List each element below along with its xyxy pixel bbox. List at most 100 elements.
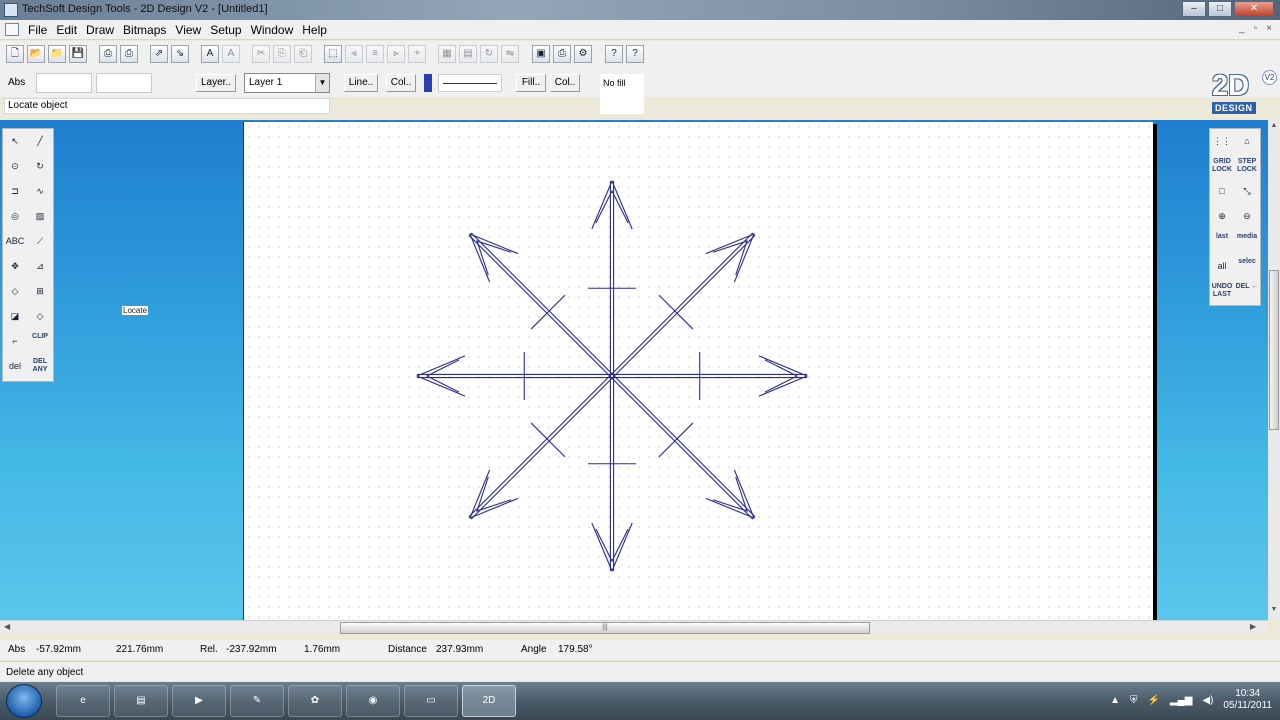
fill-button[interactable]: Fill.. bbox=[516, 74, 546, 92]
star-arrowhead[interactable] bbox=[758, 355, 809, 397]
star-crossbar[interactable] bbox=[658, 294, 694, 330]
delete-any-tool[interactable]: DEL ANY bbox=[28, 355, 52, 379]
zoom-all-tool[interactable]: all bbox=[1210, 255, 1234, 279]
hatch-tool[interactable]: ▨ bbox=[28, 205, 52, 229]
rectangle-tool[interactable]: ⊐ bbox=[3, 180, 27, 204]
dimension-tool[interactable]: ⟋ bbox=[28, 230, 52, 254]
network-icon[interactable]: ✿ bbox=[288, 685, 342, 717]
line-tool[interactable]: ╱ bbox=[28, 130, 52, 154]
curve-tool[interactable]: ∿ bbox=[28, 180, 52, 204]
zoom-media-tool[interactable]: media bbox=[1235, 230, 1259, 254]
star-shaft[interactable] bbox=[612, 374, 756, 518]
settings-icon[interactable]: ⚙ bbox=[574, 45, 592, 63]
grid-lock-tool[interactable]: GRID LOCK bbox=[1210, 155, 1234, 179]
clip-tool[interactable]: ⌐ bbox=[3, 330, 27, 354]
move-tool[interactable]: ✥ bbox=[3, 255, 27, 279]
arc-tool[interactable]: ↻ bbox=[28, 155, 52, 179]
line-button[interactable]: Line.. bbox=[344, 74, 378, 92]
text-icon[interactable]: A bbox=[201, 45, 219, 63]
scroll-right-icon[interactable]: ▶ bbox=[1250, 622, 1256, 631]
cut-icon[interactable]: ✂ bbox=[252, 45, 270, 63]
menu-file[interactable]: File bbox=[27, 23, 55, 37]
new-icon[interactable]: 🗋 bbox=[6, 45, 24, 63]
rotate-icon[interactable]: ↻ bbox=[480, 45, 498, 63]
menu-help[interactable]: Help bbox=[301, 23, 335, 37]
open-folder-icon[interactable]: 📁 bbox=[48, 45, 66, 63]
copy-icon[interactable]: ⎘ bbox=[273, 45, 291, 63]
doc-close-button[interactable]: × bbox=[1266, 23, 1272, 34]
star-shaft[interactable] bbox=[470, 232, 614, 376]
window-zoom-tool[interactable]: □ bbox=[1210, 180, 1234, 204]
clip-image-tool[interactable]: CLIP bbox=[28, 330, 52, 354]
line-style-preview[interactable] bbox=[438, 74, 502, 92]
abs-y-field[interactable] bbox=[96, 73, 152, 93]
text-style-icon[interactable]: A bbox=[222, 45, 240, 63]
star-shaft[interactable] bbox=[468, 374, 612, 518]
menu-bitmaps[interactable]: Bitmaps bbox=[122, 23, 174, 37]
maximize-button[interactable]: □ bbox=[1208, 1, 1232, 17]
group-icon[interactable]: ▦ bbox=[438, 45, 456, 63]
star-crossbar[interactable] bbox=[658, 422, 694, 458]
shield-icon[interactable]: ⛨ bbox=[1130, 695, 1138, 706]
menu-window[interactable]: Window bbox=[250, 23, 302, 37]
zoom-last-tool[interactable]: last bbox=[1210, 230, 1234, 254]
close-button[interactable]: ✕ bbox=[1234, 1, 1274, 17]
ungroup-icon[interactable]: ▤ bbox=[459, 45, 477, 63]
zoom-selection-tool[interactable]: selec bbox=[1235, 255, 1259, 279]
distribute-icon[interactable]: + bbox=[408, 45, 426, 63]
array-tool[interactable]: ⊞ bbox=[28, 280, 52, 304]
undo-last-tool[interactable]: UNDO LAST bbox=[1210, 280, 1234, 304]
printer-icon[interactable]: ⎙ bbox=[553, 45, 571, 63]
circle-tool[interactable]: ⊙ bbox=[3, 155, 27, 179]
minimize-button[interactable]: – bbox=[1182, 1, 1206, 17]
align-center-icon[interactable]: ≡ bbox=[366, 45, 384, 63]
scroll-up-icon[interactable]: ▲ bbox=[1268, 122, 1280, 129]
star-shaft[interactable] bbox=[468, 234, 612, 378]
menu-draw[interactable]: Draw bbox=[85, 23, 122, 37]
chaos-star-drawing[interactable] bbox=[415, 179, 809, 573]
tray-arrow-icon[interactable]: ▲ bbox=[1110, 695, 1120, 706]
zoom-out-tool[interactable]: ⊖ bbox=[1235, 205, 1259, 229]
layer-select[interactable]: Layer 1 ▼ bbox=[244, 73, 330, 93]
star-shaft[interactable] bbox=[610, 232, 754, 376]
fill-color-button[interactable]: Col.. bbox=[550, 74, 580, 92]
mirror-icon[interactable]: ⇋ bbox=[501, 45, 519, 63]
horizontal-scrollbar[interactable]: ◀ ||| ▶ bbox=[0, 620, 1268, 634]
star-shaft[interactable] bbox=[610, 376, 754, 520]
star-arrowhead-inner[interactable] bbox=[476, 240, 512, 276]
symbol-tool[interactable]: ◇ bbox=[3, 280, 27, 304]
text-tool[interactable]: ABC bbox=[3, 230, 27, 254]
line-color-button[interactable]: Col.. bbox=[386, 74, 416, 92]
star-shaft[interactable] bbox=[612, 234, 756, 378]
select-icon[interactable]: ⬚ bbox=[324, 45, 342, 63]
paint-icon[interactable]: ✎ bbox=[230, 685, 284, 717]
media-player-icon[interactable]: ▶ bbox=[172, 685, 226, 717]
chrome-icon[interactable]: ◉ bbox=[346, 685, 400, 717]
export-icon[interactable]: ⇗ bbox=[150, 45, 168, 63]
open-icon[interactable]: 📂 bbox=[27, 45, 45, 63]
zoom-in-tool[interactable]: ⊕ bbox=[1210, 205, 1234, 229]
star-shaft[interactable] bbox=[470, 376, 614, 520]
delete-last-tool[interactable]: del bbox=[3, 355, 27, 379]
doc-restore-button[interactable]: ▫ bbox=[1254, 23, 1258, 34]
star-arrowhead-inner[interactable] bbox=[476, 476, 512, 512]
star-crossbar[interactable] bbox=[530, 422, 566, 458]
star-arrowhead-inner[interactable] bbox=[712, 476, 748, 512]
start-button[interactable] bbox=[6, 684, 42, 718]
import-icon[interactable]: ⇘ bbox=[171, 45, 189, 63]
erase-tool[interactable]: ◇ bbox=[28, 305, 52, 329]
chevron-down-icon[interactable]: ▼ bbox=[315, 74, 329, 92]
save-icon[interactable]: 💾 bbox=[69, 45, 87, 63]
star-arrowhead-inner[interactable] bbox=[712, 240, 748, 276]
del-back-tool[interactable]: DEL ← bbox=[1235, 280, 1259, 304]
select-arrow-tool[interactable]: ↖ bbox=[3, 130, 27, 154]
ie-icon[interactable]: e bbox=[56, 685, 110, 717]
vertical-scrollbar[interactable]: ▲ ▼ bbox=[1268, 120, 1280, 620]
2d-design-icon[interactable]: 2D bbox=[462, 685, 516, 717]
step-lock-tool[interactable]: STEP LOCK bbox=[1235, 155, 1259, 179]
star-arrowhead[interactable] bbox=[591, 179, 633, 230]
grid-tool[interactable]: ⋮⋮ bbox=[1210, 130, 1234, 154]
line-color-swatch[interactable] bbox=[424, 74, 432, 92]
drawing-sheet[interactable] bbox=[243, 122, 1153, 620]
align-right-icon[interactable]: ⫸ bbox=[387, 45, 405, 63]
